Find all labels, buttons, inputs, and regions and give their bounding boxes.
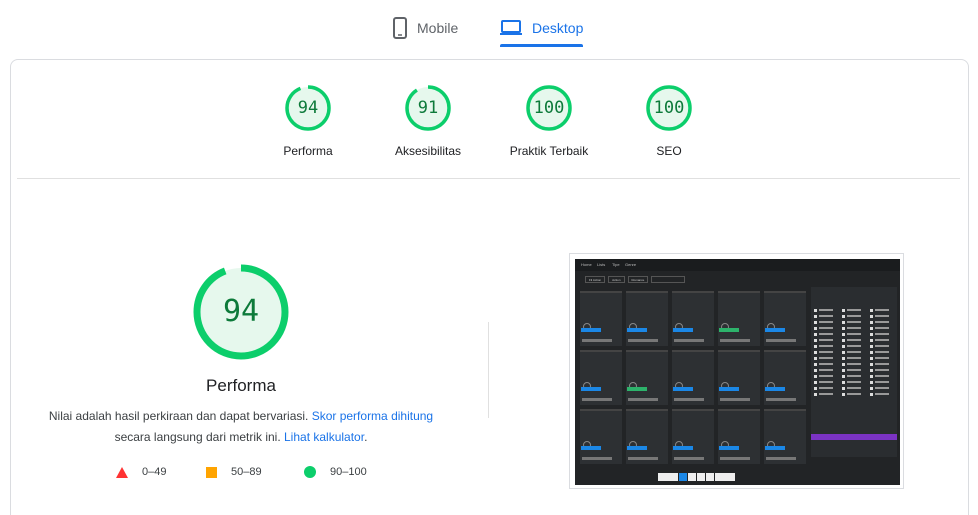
tab-desktop[interactable]: Desktop: [500, 10, 584, 47]
screenshot-card: [626, 409, 668, 464]
tab-mobile-label: Mobile: [417, 20, 459, 36]
gauge-label: Aksesibilitas: [394, 144, 462, 158]
gauge-seo[interactable]: 100 SEO: [614, 84, 724, 158]
screenshot-pager: [658, 473, 735, 481]
desc-text: Nilai adalah hasil perkiraan dan dapat b…: [48, 409, 312, 423]
circle-icon: [304, 466, 316, 478]
gauge-best-practices[interactable]: 100 Praktik Terbaik: [494, 84, 604, 158]
gauge-performance[interactable]: 94 Performa: [253, 84, 363, 158]
gauge-label: SEO: [656, 144, 682, 158]
legend-fail: 0–49: [116, 466, 166, 478]
legend-range: 50–89: [231, 466, 262, 478]
screenshot-card: [764, 291, 806, 346]
screenshot-card: [718, 291, 760, 346]
performance-gauge-large: 94: [192, 263, 290, 361]
column-divider: [488, 322, 489, 418]
calculator-link[interactable]: Lihat kalkulator: [284, 430, 364, 444]
device-tabs: Mobile Desktop: [0, 0, 978, 50]
gauge-label: Performa: [283, 144, 333, 158]
screenshot-image: Home Lists Tipe Genre Fil Action Action …: [575, 259, 900, 485]
square-icon: [206, 466, 217, 478]
gauge-score: 100: [533, 98, 565, 118]
screenshot-card: [626, 350, 668, 405]
section-divider: [17, 178, 960, 179]
screenshot-card: [764, 409, 806, 464]
page-screenshot[interactable]: Home Lists Tipe Genre Fil Action Action …: [569, 253, 904, 489]
screenshot-card: [718, 409, 760, 464]
screenshot-filter: Romance: [627, 276, 649, 283]
screenshot-card: [672, 291, 714, 346]
legend-range: 90–100: [330, 466, 367, 478]
screenshot-card: [580, 350, 622, 405]
gauge-score: 94: [297, 98, 319, 118]
screenshot-sidebar: [811, 287, 897, 457]
legend-average: 50–89: [206, 466, 262, 478]
screenshot-filter: Fil Action: [585, 276, 606, 283]
screenshot-nav-item: Lists: [597, 262, 606, 267]
score-calculation-link[interactable]: Skor performa dihitung: [312, 409, 433, 423]
gauge-score: 100: [653, 98, 685, 118]
screenshot-purple-bar: [811, 434, 897, 440]
tab-mobile[interactable]: Mobile: [393, 10, 458, 46]
screenshot-card: [718, 350, 760, 405]
smartphone-icon: [393, 17, 407, 39]
triangle-icon: [116, 466, 128, 478]
performance-description: Nilai adalah hasil perkiraan dan dapat b…: [30, 406, 452, 448]
gauge-accessibility[interactable]: 91 Aksesibilitas: [373, 84, 483, 158]
desc-text: .: [364, 430, 368, 444]
screenshot-nav-item: Home: [581, 262, 592, 267]
screenshot-card: [672, 350, 714, 405]
screenshot-search: [651, 276, 686, 283]
screenshot-card: [580, 291, 622, 346]
legend-range: 0–49: [142, 466, 167, 478]
tab-desktop-label: Desktop: [532, 20, 584, 36]
screenshot-nav-item: Genre: [625, 262, 637, 267]
gauge-label: Praktik Terbaik: [509, 144, 589, 158]
gauge-score: 91: [417, 98, 439, 118]
screenshot-filters: Fil Action Action Romance: [585, 276, 686, 283]
desc-text: secara langsung dari metrik ini.: [114, 430, 284, 444]
screenshot-filter: Action: [608, 276, 625, 283]
performance-title: Performa: [206, 376, 276, 395]
screenshot-card: [626, 291, 668, 346]
screenshot-nav: Home Lists Tipe Genre: [575, 259, 900, 271]
laptop-icon: [500, 20, 522, 36]
screenshot-card: [580, 409, 622, 464]
legend-pass: 90–100: [304, 466, 367, 478]
score-legend: 0–49 50–89 90–100: [0, 466, 482, 482]
performance-score: 94: [222, 294, 260, 329]
screenshot-nav-item: Tipe: [612, 262, 620, 267]
screenshot-card: [764, 350, 806, 405]
screenshot-card: [672, 409, 714, 464]
